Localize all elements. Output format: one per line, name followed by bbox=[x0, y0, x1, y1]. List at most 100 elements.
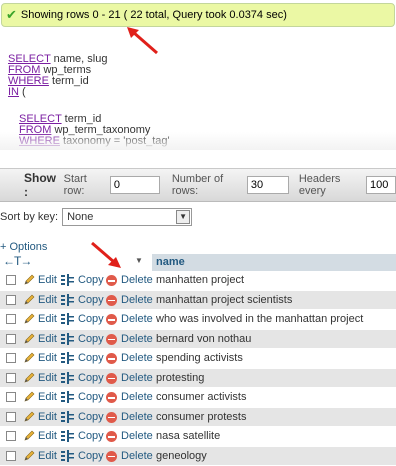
sort-triangle-icon[interactable]: ▼ bbox=[135, 256, 143, 265]
copy-icon[interactable] bbox=[61, 352, 75, 364]
copy-link[interactable]: Copy bbox=[78, 411, 104, 423]
edit-link[interactable]: Edit bbox=[38, 313, 57, 325]
copy-link[interactable]: Copy bbox=[78, 294, 104, 306]
delete-link[interactable]: Delete bbox=[121, 411, 153, 423]
delete-icon[interactable] bbox=[106, 353, 117, 364]
pencil-icon[interactable] bbox=[23, 294, 35, 306]
delete-link[interactable]: Delete bbox=[121, 430, 153, 442]
row-checkbox[interactable] bbox=[6, 314, 16, 324]
sql-line: SELECT term_id bbox=[19, 114, 101, 125]
delete-icon[interactable] bbox=[106, 275, 117, 286]
cell-name[interactable]: consumer activists bbox=[152, 391, 396, 403]
row-checkbox[interactable] bbox=[6, 431, 16, 441]
cell-name[interactable]: bernard von nothau bbox=[152, 333, 396, 345]
row-checkbox[interactable] bbox=[6, 334, 16, 344]
edit-link[interactable]: Edit bbox=[38, 391, 57, 403]
edit-link[interactable]: Edit bbox=[38, 274, 57, 286]
table-row: Edit Copy Deleteprotesting bbox=[0, 369, 396, 389]
pencil-icon[interactable] bbox=[23, 372, 35, 384]
copy-link[interactable]: Copy bbox=[78, 333, 104, 345]
copy-link[interactable]: Copy bbox=[78, 274, 104, 286]
pencil-icon[interactable] bbox=[23, 391, 35, 403]
pencil-icon[interactable] bbox=[23, 274, 35, 286]
cell-name[interactable]: who was involved in the manhattan projec… bbox=[152, 313, 396, 325]
row-checkbox[interactable] bbox=[6, 373, 16, 383]
start-row-input[interactable] bbox=[110, 176, 160, 194]
results-table: ←T→ ▼ name EditCopyDeletemanhatten proje… bbox=[0, 254, 396, 466]
row-checkbox[interactable] bbox=[6, 412, 16, 422]
sql-line: SELECT name, slug bbox=[8, 54, 107, 65]
sql-keyword: SELECT bbox=[8, 53, 51, 65]
copy-link[interactable]: Copy bbox=[78, 430, 104, 442]
copy-icon[interactable] bbox=[61, 411, 75, 423]
pencil-icon[interactable] bbox=[23, 411, 35, 423]
sql-text: term_id bbox=[49, 75, 89, 87]
row-checkbox[interactable] bbox=[6, 451, 16, 461]
cell-name[interactable]: nasa satellite bbox=[152, 430, 396, 442]
success-notice: ✔ Showing rows 0 - 21 ( 22 total, Query … bbox=[1, 3, 395, 27]
cell-name[interactable]: manhatten project bbox=[152, 274, 396, 286]
show-label: Show : bbox=[24, 171, 58, 199]
copy-link[interactable]: Copy bbox=[78, 352, 104, 364]
copy-link[interactable]: Copy bbox=[78, 313, 104, 325]
delete-link[interactable]: Delete bbox=[121, 352, 153, 364]
options-link[interactable]: + Options bbox=[0, 241, 47, 253]
edit-link[interactable]: Edit bbox=[38, 372, 57, 384]
sql-text: term_id bbox=[62, 113, 102, 125]
sort-by-select[interactable]: None ▼ bbox=[62, 208, 192, 226]
row-checkbox[interactable] bbox=[6, 353, 16, 363]
copy-icon[interactable] bbox=[61, 391, 75, 403]
cell-name[interactable]: consumer protests bbox=[152, 411, 396, 423]
delete-link[interactable]: Delete bbox=[121, 391, 153, 403]
copy-icon[interactable] bbox=[61, 274, 75, 286]
headers-every-input[interactable] bbox=[366, 176, 396, 194]
sql-keyword: IN bbox=[8, 86, 19, 98]
edit-link[interactable]: Edit bbox=[38, 411, 57, 423]
pencil-icon[interactable] bbox=[23, 313, 35, 325]
delete-link[interactable]: Delete bbox=[121, 274, 153, 286]
pencil-icon[interactable] bbox=[23, 352, 35, 364]
copy-icon[interactable] bbox=[61, 430, 75, 442]
sql-query-box[interactable]: WHERE taxonomy = 'post_tag'FROM wp_term_… bbox=[0, 47, 396, 150]
copy-icon[interactable] bbox=[61, 294, 75, 306]
delete-link[interactable]: Delete bbox=[121, 313, 153, 325]
check-icon: ✔ bbox=[6, 7, 17, 23]
copy-link[interactable]: Copy bbox=[78, 372, 104, 384]
edit-link[interactable]: Edit bbox=[38, 294, 57, 306]
delete-icon[interactable] bbox=[106, 373, 117, 384]
table-row: Edit Copy Deleteconsumer protests bbox=[0, 408, 396, 428]
cell-name[interactable]: protesting bbox=[152, 372, 396, 384]
column-resize-icon[interactable]: ←T→ bbox=[3, 254, 31, 268]
copy-icon[interactable] bbox=[61, 333, 75, 345]
pencil-icon[interactable] bbox=[23, 430, 35, 442]
pencil-icon[interactable] bbox=[23, 333, 35, 345]
cell-name[interactable]: manhattan project scientists bbox=[152, 294, 396, 306]
table-row: Edit Copy Deletemanhatten project bbox=[0, 271, 396, 291]
chevron-down-icon[interactable]: ▼ bbox=[176, 210, 190, 224]
copy-icon[interactable] bbox=[61, 313, 75, 325]
num-rows-input[interactable] bbox=[247, 176, 289, 194]
table-row: Edit Copy Deleteconsumer activists bbox=[0, 388, 396, 408]
delete-icon[interactable] bbox=[106, 431, 117, 442]
table-row: Edit Copy Deletebernard von nothau bbox=[0, 330, 396, 350]
delete-icon[interactable] bbox=[106, 412, 117, 423]
row-checkbox[interactable] bbox=[6, 275, 16, 285]
copy-link[interactable]: Copy bbox=[78, 391, 104, 403]
sort-by-key: Sort by key: None ▼ bbox=[0, 208, 192, 226]
edit-link[interactable]: Edit bbox=[38, 333, 57, 345]
edit-link[interactable]: Edit bbox=[38, 430, 57, 442]
row-checkbox[interactable] bbox=[6, 392, 16, 402]
delete-icon[interactable] bbox=[106, 334, 117, 345]
delete-icon[interactable] bbox=[106, 314, 117, 325]
row-checkbox[interactable] bbox=[6, 295, 16, 305]
copy-icon[interactable] bbox=[61, 372, 75, 384]
cell-name[interactable]: spending activists bbox=[152, 352, 396, 364]
edit-link[interactable]: Edit bbox=[38, 352, 57, 364]
delete-icon[interactable] bbox=[106, 392, 117, 403]
column-header-name[interactable]: name bbox=[152, 254, 396, 271]
delete-link[interactable]: Delete bbox=[121, 372, 153, 384]
delete-link[interactable]: Delete bbox=[121, 333, 153, 345]
delete-link[interactable]: Delete bbox=[121, 294, 153, 306]
table-header: ←T→ ▼ name bbox=[0, 254, 396, 271]
delete-icon[interactable] bbox=[106, 295, 117, 306]
